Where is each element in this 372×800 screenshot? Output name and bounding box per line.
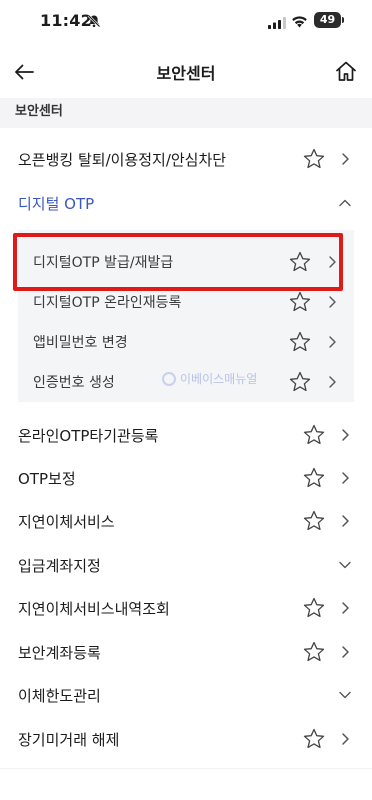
menu-item-label: 이체한도관리 [18, 687, 101, 705]
page-title: 보안센터 [156, 64, 216, 83]
submenu-item-label: 디지털OTP 온라인재등록 [33, 295, 182, 311]
section-header: 보안센터 [0, 98, 372, 128]
menu-item-label: 보안계좌등록 [18, 644, 101, 662]
home-icon [336, 61, 356, 81]
app-header: 보안센터 [0, 46, 372, 98]
menu-item-dormant-release[interactable]: 장기미거래 해제 [0, 718, 372, 760]
star-icon[interactable] [302, 509, 326, 533]
menu-item-open-banking[interactable]: 오픈뱅킹 탈퇴/이용정지/안심차단 [0, 138, 372, 180]
chevron-right-icon [342, 602, 349, 614]
chevron-down-icon [339, 691, 351, 699]
submenu-item-label: 앱비밀번호 변경 [33, 335, 128, 351]
bell-off-icon [87, 13, 101, 32]
star-icon[interactable] [288, 290, 312, 314]
menu-item-label: OTP보정 [18, 470, 76, 488]
menu-item-label: 오픈뱅킹 탈퇴/이용정지/안심차단 [18, 151, 227, 169]
chevron-right-icon [342, 646, 349, 658]
chevron-right-icon [329, 336, 336, 348]
chevron-right-icon [342, 153, 349, 165]
menu-item-label: 지연이체서비스내역조회 [18, 600, 170, 618]
menu-item-label: 디지털 OTP [18, 195, 95, 213]
star-icon[interactable] [302, 596, 326, 620]
chevron-right-icon [329, 376, 336, 388]
star-icon[interactable] [302, 423, 326, 447]
home-button[interactable] [332, 57, 360, 85]
submenu-item-label: 인증번호 생성 [33, 375, 115, 391]
status-time: 11:42 [40, 11, 92, 30]
divider [0, 768, 372, 769]
wifi-icon [291, 13, 308, 32]
menu-item-transfer-limit[interactable]: 이체한도관리 [0, 674, 372, 716]
watermark: 이베이스매뉴얼 [162, 370, 257, 387]
menu-item-online-otp[interactable]: 온라인OTP타기관등록 [0, 414, 372, 456]
star-icon[interactable] [288, 330, 312, 354]
menu-item-otp-correction[interactable]: OTP보정 [0, 457, 372, 499]
menu-item-label: 입금계좌지정 [18, 557, 101, 575]
watermark-logo-icon [162, 371, 176, 386]
menu-item-label: 장기미거래 해제 [18, 731, 120, 749]
menu-item-label: 온라인OTP타기관등록 [18, 427, 159, 445]
menu-item-delayed-transfer[interactable]: 지연이체서비스 [0, 500, 372, 542]
star-icon[interactable] [302, 147, 326, 171]
battery-tip [342, 17, 344, 23]
star-icon[interactable] [288, 370, 312, 394]
chevron-right-icon [342, 472, 349, 484]
chevron-down-icon [339, 561, 351, 569]
submenu-item-app-password[interactable]: 앱비밀번호 변경 [18, 322, 354, 362]
status-bar: 11:42 49 [0, 0, 372, 44]
menu-item-digital-otp[interactable]: 디지털 OTP [0, 182, 372, 224]
chevron-right-icon [342, 733, 349, 745]
star-icon[interactable] [302, 727, 326, 751]
menu-item-label: 지연이체서비스 [18, 513, 115, 531]
chevron-right-icon [342, 515, 349, 527]
star-icon[interactable] [302, 466, 326, 490]
star-icon[interactable] [302, 640, 326, 664]
chevron-right-icon [342, 429, 349, 441]
chevron-right-icon [329, 296, 336, 308]
menu-item-security-account[interactable]: 보안계좌등록 [0, 631, 372, 673]
menu-item-delayed-transfer-history[interactable]: 지연이체서비스내역조회 [0, 587, 372, 629]
battery-icon: 49 [314, 12, 341, 28]
chevron-up-icon [339, 199, 351, 207]
watermark-text: 이베이스매뉴얼 [180, 372, 258, 386]
menu-item-deposit-account[interactable]: 입금계좌지정 [0, 544, 372, 586]
highlight-box [13, 233, 343, 291]
cellular-signal-icon [268, 14, 286, 33]
